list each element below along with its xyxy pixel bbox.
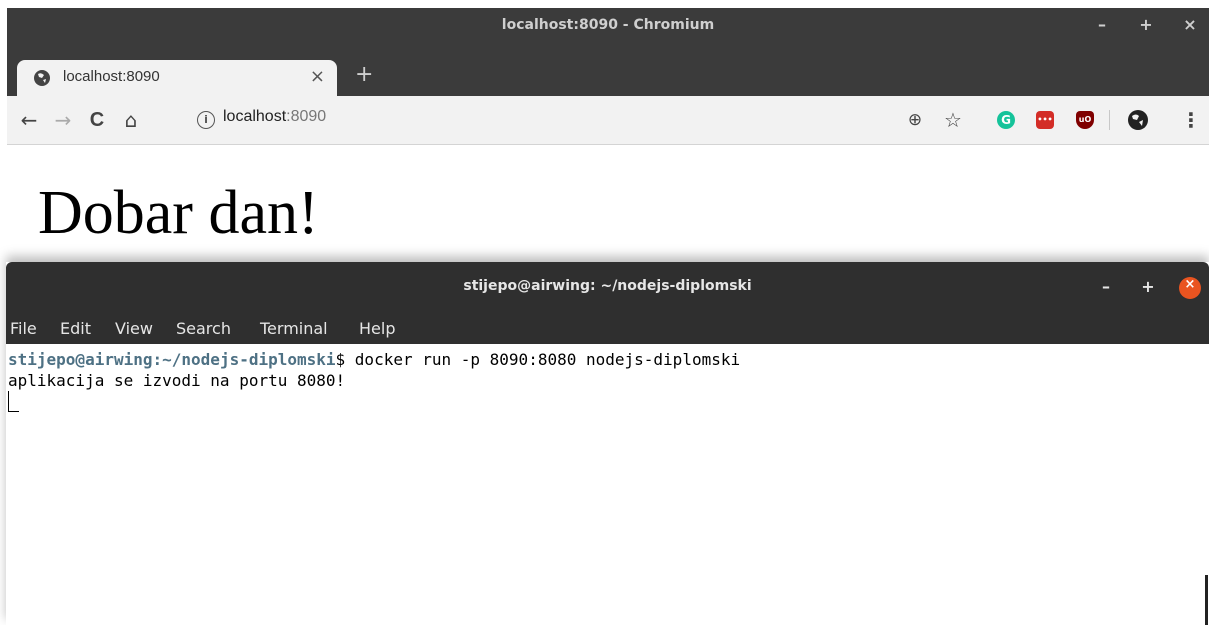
page-content: Dobar dan! — [7, 145, 1209, 261]
terminal-close-button[interactable]: × — [1179, 277, 1201, 299]
terminal-scroll-thumb[interactable] — [1205, 575, 1208, 625]
grammarly-extension-icon[interactable]: G — [997, 111, 1015, 129]
menu-file[interactable]: File — [10, 319, 37, 338]
tab-strip: localhost:8090 × + — [7, 44, 1209, 104]
terminal-window-title: stijepo@airwing: ~/nodejs-diplomski — [463, 278, 752, 294]
terminal-menubar: File Edit View Search Terminal Help — [6, 314, 1209, 344]
terminal-minimize-button[interactable]: – — [1095, 277, 1117, 299]
tab-close-button[interactable]: × — [310, 66, 325, 87]
terminal-command: docker run -p 8090:8080 nodejs-diplomski — [354, 350, 741, 369]
menu-view[interactable]: View — [115, 319, 153, 338]
browser-window-title: localhost:8090 - Chromium — [501, 17, 715, 33]
profile-avatar-icon[interactable] — [1127, 109, 1149, 131]
address-port: :8090 — [286, 108, 327, 125]
menu-edit[interactable]: Edit — [60, 319, 91, 338]
terminal-window: stijepo@airwing: ~/nodejs-diplomski – + … — [6, 262, 1209, 625]
address-bar[interactable]: i localhost:8090 — [197, 108, 326, 129]
browser-maximize-button[interactable]: + — [1135, 14, 1157, 36]
ublock-extension-icon[interactable]: uO — [1076, 111, 1094, 129]
lastpass-extension-icon[interactable]: ••• — [1036, 111, 1054, 129]
prompt-path: ~/nodejs-diplomski — [162, 350, 336, 369]
zoom-icon[interactable]: ⊕ — [903, 108, 927, 132]
browser-window-controls: – + × — [1091, 14, 1201, 36]
chrome-menu-icon[interactable]: ⋮ — [1179, 108, 1203, 132]
tab-localhost[interactable]: localhost:8090 × — [17, 60, 337, 96]
page-heading: Dobar dan! — [38, 179, 319, 247]
info-icon[interactable]: i — [197, 111, 215, 129]
menu-help[interactable]: Help — [359, 319, 395, 338]
globe-icon — [34, 70, 50, 86]
menu-search[interactable]: Search — [176, 319, 231, 338]
browser-titlebar[interactable]: localhost:8090 - Chromium – + × — [7, 8, 1209, 44]
terminal-titlebar[interactable]: stijepo@airwing: ~/nodejs-diplomski – + … — [6, 262, 1209, 314]
reload-button[interactable]: C — [85, 108, 109, 132]
tab-title: localhost:8090 — [63, 68, 160, 85]
terminal-cursor — [8, 391, 19, 412]
terminal-command-line: stijepo@airwing:~/nodejs-diplomski$ dock… — [8, 350, 740, 369]
menu-terminal[interactable]: Terminal — [260, 319, 328, 338]
forward-button[interactable]: → — [51, 108, 75, 132]
address-host: localhost — [223, 108, 287, 125]
toolbar-divider — [1109, 110, 1110, 130]
browser-minimize-button[interactable]: – — [1091, 14, 1113, 36]
browser-toolbar: ← → C ⌂ i localhost:8090 ⊕ ☆ G ••• uO ⋮ — [7, 96, 1209, 145]
browser-window: localhost:8090 - Chromium – + × localhos… — [7, 8, 1209, 261]
terminal-output-line: aplikacija se izvodi na portu 8080! — [8, 371, 346, 390]
prompt-separator: : — [152, 350, 163, 369]
back-button[interactable]: ← — [17, 108, 41, 132]
prompt-symbol: $ — [335, 350, 355, 369]
bookmark-star-icon[interactable]: ☆ — [941, 108, 965, 132]
home-button[interactable]: ⌂ — [119, 108, 143, 132]
prompt-user: stijepo@airwing — [8, 350, 153, 369]
browser-close-button[interactable]: × — [1179, 14, 1201, 36]
terminal-output-area[interactable]: stijepo@airwing:~/nodejs-diplomski$ dock… — [6, 344, 1201, 625]
terminal-maximize-button[interactable]: + — [1137, 277, 1159, 299]
terminal-window-controls: – + × — [1095, 277, 1201, 299]
terminal-scrollbar[interactable] — [1201, 344, 1209, 625]
new-tab-button[interactable]: + — [355, 62, 373, 87]
